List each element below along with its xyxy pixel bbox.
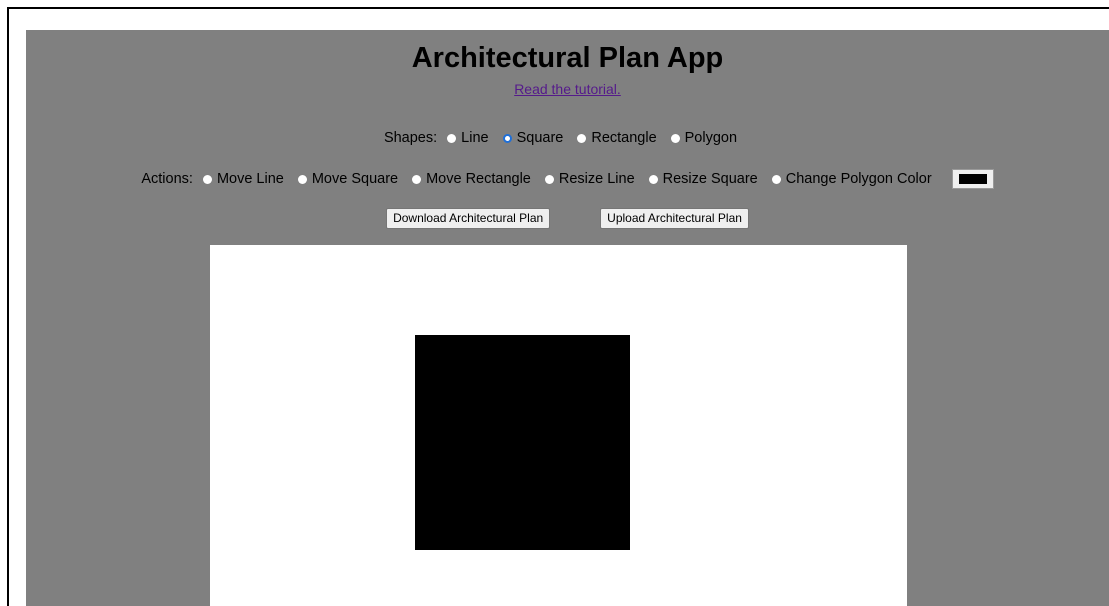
shape-option-polygon[interactable]: Polygon [670,130,738,146]
action-option-resize-square[interactable]: Resize Square [648,171,758,187]
polygon-color-picker[interactable] [951,169,994,189]
square-shape[interactable] [415,335,630,550]
shape-radio-square[interactable] [502,133,512,143]
download-plan-button[interactable]: Download Architectural Plan [386,207,551,229]
drawing-canvas[interactable] [210,245,907,606]
action-radio-move-line[interactable] [202,174,212,184]
shape-radio-line[interactable] [447,133,457,143]
action-option-move-rectangle[interactable]: Move Rectangle [412,171,531,187]
action-option-label: Resize Square [662,171,758,187]
action-option-resize-line[interactable]: Resize Line [544,171,635,187]
action-option-label: Move Square [311,171,399,187]
upload-plan-button[interactable]: Upload Architectural Plan [600,207,749,229]
shape-option-square[interactable]: Square [502,130,564,146]
shape-option-rectangle[interactable]: Rectangle [577,130,657,146]
polygon-color-fill [958,174,987,184]
shape-radio-rectangle[interactable] [577,133,587,143]
shape-option-label: Square [516,130,564,146]
action-radio-change-polygon-color[interactable] [771,174,781,184]
action-option-change-polygon-color[interactable]: Change Polygon Color [771,171,932,187]
shape-option-label: Line [461,130,489,146]
action-radio-resize-line[interactable] [544,174,554,184]
tutorial-link-container: Read the tutorial. [26,80,1109,98]
shape-option-label: Rectangle [591,130,657,146]
action-option-label: Change Polygon Color [785,171,932,187]
shapes-label: Shapes: [383,130,438,146]
action-radio-move-rectangle[interactable] [412,174,422,184]
page-title: Architectural Plan App [411,42,724,74]
action-radio-move-square[interactable] [297,174,307,184]
app-container: Architectural Plan App Read the tutorial… [26,30,1109,606]
actions-row: Actions: Move Line Move Square Move Rect… [26,167,1109,191]
action-option-label: Move Rectangle [426,171,531,187]
shape-radio-polygon[interactable] [670,133,680,143]
action-option-label: Move Line [216,171,284,187]
tutorial-link[interactable]: Read the tutorial. [514,81,621,97]
action-option-label: Resize Line [558,171,635,187]
shape-option-line[interactable]: Line [447,130,489,146]
action-radio-resize-square[interactable] [648,174,658,184]
action-option-move-line[interactable]: Move Line [202,171,284,187]
buttons-row: Download Architectural Plan Upload Archi… [26,207,1109,229]
shapes-row: Shapes: Line Square Rectangle Polygon [26,128,1109,148]
shape-option-label: Polygon [684,130,738,146]
actions-label: Actions: [141,171,193,187]
action-option-move-square[interactable]: Move Square [297,171,399,187]
